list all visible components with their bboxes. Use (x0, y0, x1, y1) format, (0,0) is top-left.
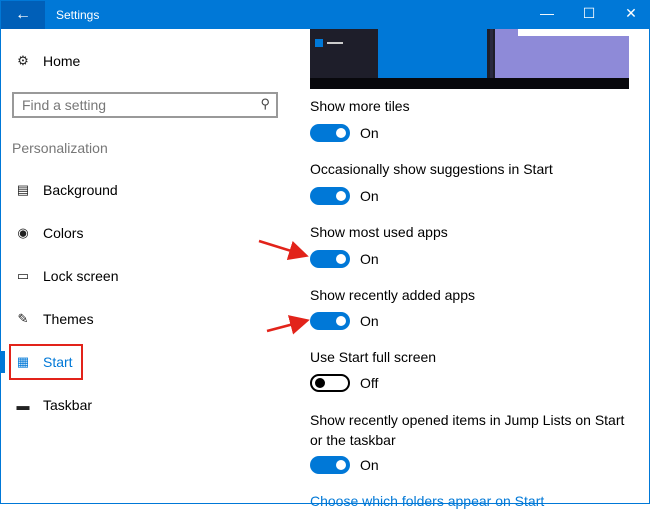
red-arrow (266, 315, 310, 335)
annotation-arrows (258, 239, 310, 335)
red-arrow (258, 239, 309, 261)
